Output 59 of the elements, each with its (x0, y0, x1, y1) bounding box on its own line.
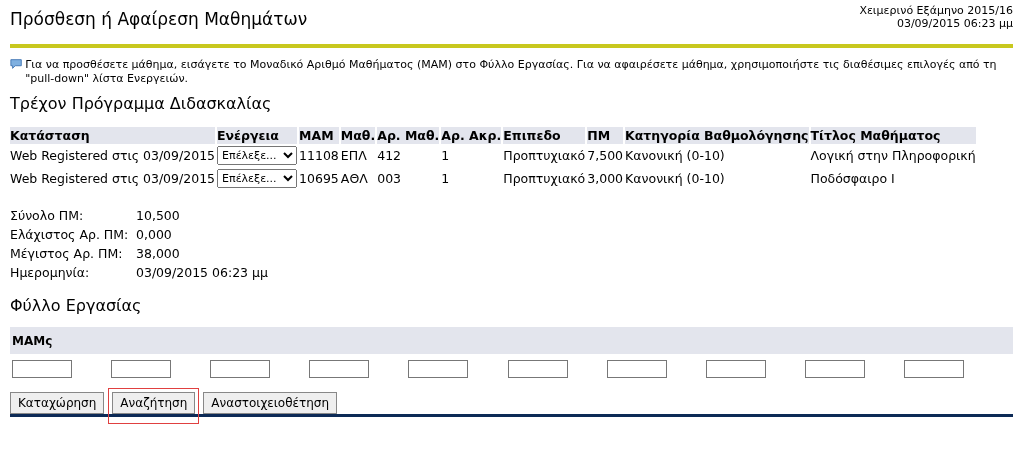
column-header: ΠΜ (587, 127, 624, 144)
input-field[interactable] (705, 360, 766, 378)
action-dropdown[interactable]: Επέλεξε... (217, 169, 298, 188)
table-cell-text: 11108 (299, 147, 339, 165)
speech-bubble-icon (10, 58, 23, 70)
column-header: Κατάσταση (10, 127, 216, 144)
input-field[interactable] (111, 360, 172, 378)
info-text: Για να προσθέσετε μάθημα, εισάγετε το Μοναδικό Αριθμό Μαθήματος (ΜΑΜ) στο Φύλλο Εργασίας. Για να αφαιρέσετε μάθημα, χρησιμοποιήστε τις διαθέσιμες επιλογές από τη "pull-down" λίστα Ενεργειών. (25, 58, 998, 86)
column-header: Τίτλος Μαθήματος (810, 127, 976, 144)
table-cell-text: 7,500 (587, 147, 624, 165)
table-cell-text: Κανονική (0-10) (625, 170, 726, 188)
table-cell-text: ΑΘΛ (340, 170, 369, 188)
section-title: Φύλλο Εργασίας (10, 296, 143, 315)
table-cell-text: Προπτυχιακό (503, 170, 586, 188)
table-cell-text: 1 (441, 147, 451, 165)
table-cell-text: ΕΠΛ (340, 147, 368, 165)
table-cell-text: 003 (377, 170, 403, 188)
form-button[interactable]: Αναζήτηση (112, 392, 196, 414)
input-field[interactable] (12, 360, 72, 378)
table-cell-text: 10695 (299, 170, 339, 188)
column-header: Μαθ. (340, 127, 376, 144)
summary-value: 03/09/2015 06:23 μμ (136, 264, 269, 282)
column-header: Αρ. Μαθ. (377, 127, 440, 144)
summary-label: Σύνολο ΠΜ: (10, 207, 85, 225)
table-cell-text: Ποδόσφαιρο Ι (810, 170, 896, 188)
summary-value: 0,000 (136, 226, 173, 244)
column-header: Κατηγορία Βαθμολόγησης (625, 127, 809, 144)
input-field[interactable] (507, 360, 568, 378)
summary-label: Μέγιστος Αρ. ΠΜ: (10, 245, 124, 263)
table-cell-text: 1 (441, 170, 451, 188)
column-header: ΜΑΜς (10, 327, 1013, 354)
table-cell-text: Web Registered στις 03/09/2015 (10, 147, 216, 165)
summary-label: Ημερομηνία: (10, 264, 91, 282)
input-field[interactable] (606, 360, 667, 378)
column-header: Αρ. Ακρ. (441, 127, 502, 144)
column-header: Επιπεδο (503, 127, 586, 144)
input-field[interactable] (904, 360, 964, 378)
term-label: Χειμερινό Εξάμηνο 2015/16 (859, 4, 1013, 17)
input-field[interactable] (408, 360, 469, 378)
section-title: Τρέχον Πρόγραμμα Διδασκαλίας (10, 94, 273, 113)
table-cell-text: Προπτυχιακό (503, 147, 586, 165)
table-cell-text: Λογική στην Πληροφορική (810, 147, 976, 165)
summary-value: 10,500 (136, 207, 181, 225)
input-field[interactable] (210, 360, 271, 378)
table-cell-text: Κανονική (0-10) (625, 147, 726, 165)
action-dropdown[interactable]: Επέλεξε... (217, 146, 298, 165)
form-button[interactable]: Αναστοιχειοθέτηση (203, 392, 338, 414)
column-header: Ενέργεια (217, 127, 298, 144)
summary-value: 38,000 (136, 245, 181, 263)
table-cell-text: 412 (377, 147, 403, 165)
form-button[interactable]: Καταχώρηση (10, 392, 105, 414)
summary-label: Ελάχιστος Αρ. ΠΜ: (10, 226, 130, 244)
page-title: Πρόσθεση ή Αφαίρεση Μαθημάτων (10, 8, 308, 29)
date-time: 03/09/2015 06:23 μμ (896, 17, 1013, 30)
table-cell-text: 3,000 (587, 170, 624, 188)
input-field[interactable] (804, 360, 865, 378)
input-field[interactable] (309, 360, 370, 378)
column-header: ΜΑΜ (299, 127, 339, 144)
table-cell-text: Web Registered στις 03/09/2015 (10, 170, 216, 188)
